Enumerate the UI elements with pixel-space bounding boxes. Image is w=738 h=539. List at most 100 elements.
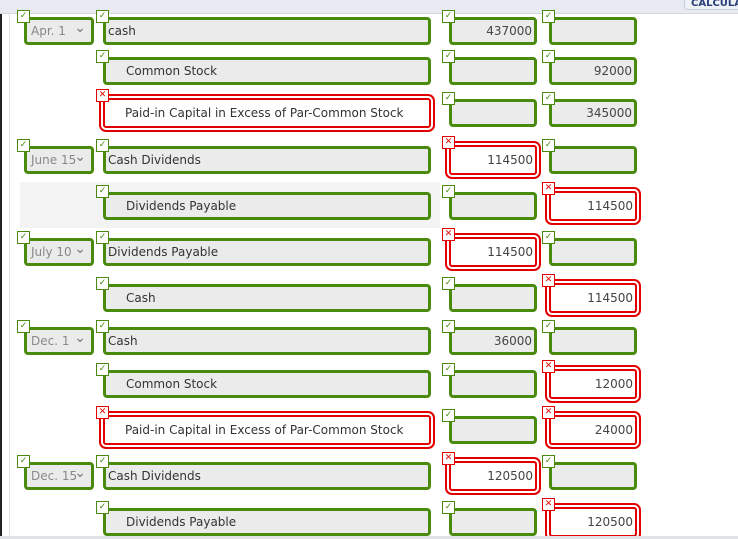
debit-field-value: 437000 xyxy=(486,24,532,38)
left-border xyxy=(0,14,2,539)
check-icon: ✓ xyxy=(96,455,109,468)
credit-field[interactable]: 12000 xyxy=(549,369,637,399)
credit-field[interactable]: 114500 xyxy=(549,191,637,221)
credit-field[interactable] xyxy=(549,462,637,490)
credit-field-value: 92000 xyxy=(593,64,632,78)
debit-field[interactable] xyxy=(449,192,537,220)
debit-field[interactable] xyxy=(449,416,537,444)
account-field-value: Cash Dividends xyxy=(108,153,201,167)
x-icon: ✕ xyxy=(442,228,455,241)
x-icon: ✕ xyxy=(442,452,455,465)
credit-field[interactable]: 120500 xyxy=(549,507,637,537)
debit-field[interactable] xyxy=(449,508,537,536)
date-select-value: Dec. 15 xyxy=(31,469,78,483)
check-icon: ✓ xyxy=(96,10,109,23)
debit-field[interactable]: 114500 xyxy=(449,237,537,267)
account-field[interactable]: Cash Dividends xyxy=(103,462,431,490)
date-select-value: Apr. 1 xyxy=(31,24,66,38)
check-icon: ✓ xyxy=(442,92,455,105)
credit-field[interactable] xyxy=(549,146,637,174)
check-icon: ✓ xyxy=(442,501,455,514)
x-icon: ✕ xyxy=(442,136,455,149)
account-field-value: Common Stock xyxy=(126,64,218,78)
left-divider xyxy=(9,14,10,539)
date-select[interactable]: July 10 ⌄ xyxy=(24,238,94,266)
check-icon: ✓ xyxy=(542,92,555,105)
account-field-value: Cash xyxy=(108,334,138,348)
check-icon: ✓ xyxy=(542,320,555,333)
chevron-down-icon: ⌄ xyxy=(74,330,86,346)
debit-field[interactable] xyxy=(449,284,537,312)
chevron-down-icon: ⌄ xyxy=(74,149,86,165)
check-icon: ✓ xyxy=(96,277,109,290)
check-icon: ✓ xyxy=(442,185,455,198)
x-icon: ✕ xyxy=(542,498,555,511)
check-icon: ✓ xyxy=(96,185,109,198)
check-icon: ✓ xyxy=(96,501,109,514)
credit-field[interactable] xyxy=(549,238,637,266)
debit-field[interactable]: 114500 xyxy=(449,145,537,175)
date-select-value: June 15 xyxy=(31,153,77,167)
account-field[interactable]: Cash Dividends xyxy=(103,146,431,174)
date-select-value: Dec. 1 xyxy=(31,334,70,348)
account-field[interactable]: Common Stock xyxy=(103,370,431,398)
account-field-value: Cash xyxy=(126,291,156,305)
account-field[interactable]: Cash xyxy=(103,284,431,312)
account-field[interactable]: Paid-in Capital in Excess of Par-Common … xyxy=(103,415,431,445)
account-field[interactable]: Paid-in Capital in Excess of Par-Common … xyxy=(103,98,431,128)
chevron-down-icon: ⌄ xyxy=(74,20,86,36)
account-field-value: Dividends Payable xyxy=(108,245,219,259)
credit-field-value: 120500 xyxy=(587,515,633,529)
credit-field-value: 114500 xyxy=(587,291,633,305)
credit-field[interactable] xyxy=(549,17,637,45)
account-field-value: Dividends Payable xyxy=(126,199,237,213)
check-icon: ✓ xyxy=(542,10,555,23)
credit-field[interactable] xyxy=(549,327,637,355)
credit-field[interactable]: 114500 xyxy=(549,283,637,313)
date-select[interactable]: Dec. 15 ⌄ xyxy=(24,462,94,490)
debit-field[interactable] xyxy=(449,57,537,85)
account-field[interactable]: cash xyxy=(103,17,431,45)
credit-field[interactable]: 92000 xyxy=(549,57,637,85)
account-field[interactable]: Dividends Payable xyxy=(103,192,431,220)
account-field-value: Dividends Payable xyxy=(126,515,237,529)
debit-field[interactable]: 36000 xyxy=(449,327,537,355)
check-icon: ✓ xyxy=(96,50,109,63)
date-select[interactable]: Dec. 1 ⌄ xyxy=(24,327,94,355)
chevron-down-icon: ⌄ xyxy=(74,465,86,481)
check-icon: ✓ xyxy=(17,320,30,333)
check-icon: ✓ xyxy=(442,10,455,23)
check-icon: ✓ xyxy=(96,231,109,244)
credit-field[interactable]: 24000 xyxy=(549,415,637,445)
check-icon: ✓ xyxy=(17,455,30,468)
calculator-button[interactable]: CALCULAT xyxy=(684,0,738,10)
check-icon: ✓ xyxy=(442,409,455,422)
check-icon: ✓ xyxy=(542,139,555,152)
date-select[interactable]: Apr. 1 ⌄ xyxy=(24,17,94,45)
account-field-value: cash xyxy=(108,24,136,38)
credit-field-value: 114500 xyxy=(587,199,633,213)
check-icon: ✓ xyxy=(542,455,555,468)
chevron-down-icon: ⌄ xyxy=(74,241,86,257)
check-icon: ✓ xyxy=(96,363,109,376)
check-icon: ✓ xyxy=(17,231,30,244)
check-icon: ✓ xyxy=(17,139,30,152)
account-field-value: Common Stock xyxy=(126,377,218,391)
x-icon: ✕ xyxy=(96,406,109,419)
x-icon: ✕ xyxy=(542,182,555,195)
account-field[interactable]: Dividends Payable xyxy=(103,238,431,266)
debit-field[interactable] xyxy=(449,99,537,127)
date-select[interactable]: June 15 ⌄ xyxy=(24,146,94,174)
check-icon: ✓ xyxy=(442,363,455,376)
debit-field[interactable]: 120500 xyxy=(449,461,537,491)
account-field[interactable]: Cash xyxy=(103,327,431,355)
debit-field[interactable]: 437000 xyxy=(449,17,537,45)
account-field[interactable]: Common Stock xyxy=(103,57,431,85)
top-toolbar xyxy=(0,0,738,14)
debit-field[interactable] xyxy=(449,370,537,398)
x-icon: ✕ xyxy=(542,360,555,373)
debit-field-value: 114500 xyxy=(487,245,533,259)
debit-field-value: 114500 xyxy=(487,153,533,167)
credit-field[interactable]: 345000 xyxy=(549,99,637,127)
account-field[interactable]: Dividends Payable xyxy=(103,508,431,536)
